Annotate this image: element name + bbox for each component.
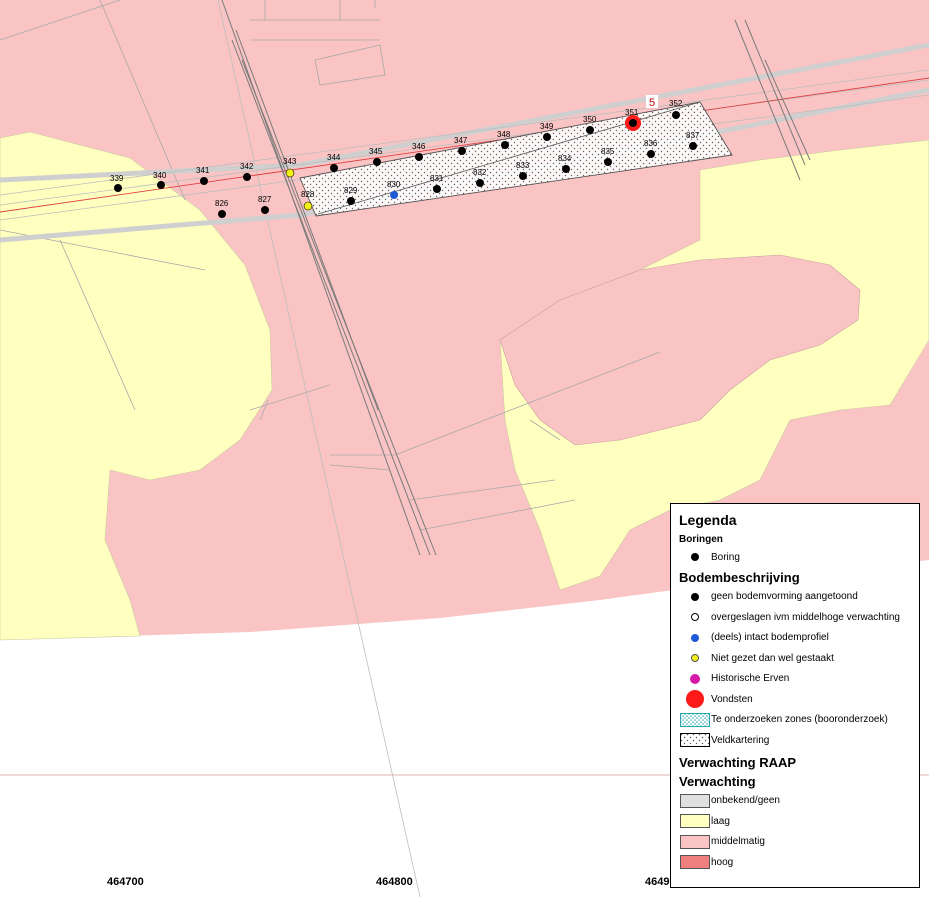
legend-label: Vondsten	[711, 693, 753, 705]
legend-item: Niet gezet dan wel gestaakt	[679, 648, 919, 669]
svg-text:341: 341	[196, 166, 210, 175]
hatched-cyan-icon	[680, 712, 710, 727]
legend-item: geen bodemvorming aangetoond	[679, 587, 919, 608]
svg-text:348: 348	[497, 130, 511, 139]
svg-text:834: 834	[558, 154, 572, 163]
legend-item-boring: Boring	[679, 547, 919, 568]
svg-text:351: 351	[625, 108, 639, 117]
svg-text:831: 831	[430, 174, 444, 183]
legend-item: middelmatig	[679, 832, 919, 853]
svg-text:829: 829	[344, 186, 358, 195]
legend-panel: Legenda Boringen Boring Bodembeschrijvin…	[670, 503, 920, 888]
svg-text:350: 350	[583, 115, 597, 124]
axis-label-464800: 464800	[376, 876, 413, 888]
svg-text:349: 349	[540, 122, 554, 131]
red-swatch-icon	[680, 855, 710, 870]
find-marker: 5	[646, 95, 658, 109]
legend-title: Legenda	[679, 512, 737, 528]
legend-section-verwachting: Verwachting	[679, 773, 756, 789]
dotted-black-icon	[680, 733, 710, 748]
black-dot-icon	[691, 592, 699, 601]
svg-text:340: 340	[153, 171, 167, 180]
legend-label: Te onderzoeken zones (booronderzoek)	[711, 714, 888, 726]
legend-label: middelmatig	[711, 836, 765, 848]
axis-label-464700: 464700	[107, 876, 144, 888]
legend-label: Boring	[711, 551, 740, 563]
svg-text:827: 827	[258, 195, 272, 204]
legend-label: onbekend/geen	[711, 795, 780, 807]
svg-text:346: 346	[412, 142, 426, 151]
legend-section-bodem: Bodembeschrijving	[679, 569, 800, 585]
red-dot-icon	[686, 690, 704, 709]
gray-swatch-icon	[680, 793, 710, 808]
yellow-swatch-icon	[680, 814, 710, 829]
svg-text:342: 342	[240, 162, 254, 171]
svg-text:826: 826	[215, 199, 229, 208]
legend-section-borings: Boringen	[679, 534, 723, 545]
svg-text:339: 339	[110, 174, 124, 183]
legend-item: Vondsten	[679, 689, 919, 710]
legend-item: Historische Erven	[679, 669, 919, 690]
svg-text:352: 352	[669, 99, 683, 108]
legend-label: hoog	[711, 856, 734, 868]
legend-label: Veldkartering	[711, 734, 770, 746]
svg-text:833: 833	[516, 161, 530, 170]
yellow-dot-icon	[691, 654, 699, 663]
legend-label: geen bodemvorming aangetoond	[711, 591, 858, 603]
svg-text:830: 830	[387, 180, 401, 189]
blue-dot-icon	[691, 633, 699, 642]
legend-section-raap: Verwachting RAAP	[679, 754, 797, 770]
legend-label: (deels) intact bodemprofiel	[711, 632, 829, 644]
legend-label: Historische Erven	[711, 673, 790, 685]
svg-text:828: 828	[301, 190, 315, 199]
legend-item: laag	[679, 811, 919, 832]
svg-text:343: 343	[283, 157, 297, 166]
svg-text:5: 5	[649, 97, 655, 109]
legend-item: Te onderzoeken zones (booronderzoek)	[679, 710, 919, 731]
legend-item: hoog	[679, 852, 919, 873]
black-dot-icon	[691, 553, 699, 562]
legend-label: overgeslagen ivm middelhoge verwachting	[711, 611, 900, 623]
legend-item: (deels) intact bodemprofiel	[679, 628, 919, 649]
magenta-dot-icon	[690, 673, 700, 684]
svg-text:345: 345	[369, 147, 383, 156]
svg-text:347: 347	[454, 136, 468, 145]
svg-text:344: 344	[327, 153, 341, 162]
legend-item: overgeslagen ivm middelhoge verwachting	[679, 607, 919, 628]
pink-swatch-icon	[680, 834, 710, 849]
svg-text:832: 832	[473, 168, 487, 177]
svg-text:837: 837	[686, 131, 700, 140]
svg-text:835: 835	[601, 147, 615, 156]
svg-text:836: 836	[644, 139, 658, 148]
white-dot-icon	[691, 613, 699, 622]
legend-label: laag	[711, 815, 730, 827]
legend-item: onbekend/geen	[679, 791, 919, 812]
legend-item: Veldkartering	[679, 730, 919, 751]
legend-label: Niet gezet dan wel gestaakt	[711, 652, 834, 664]
